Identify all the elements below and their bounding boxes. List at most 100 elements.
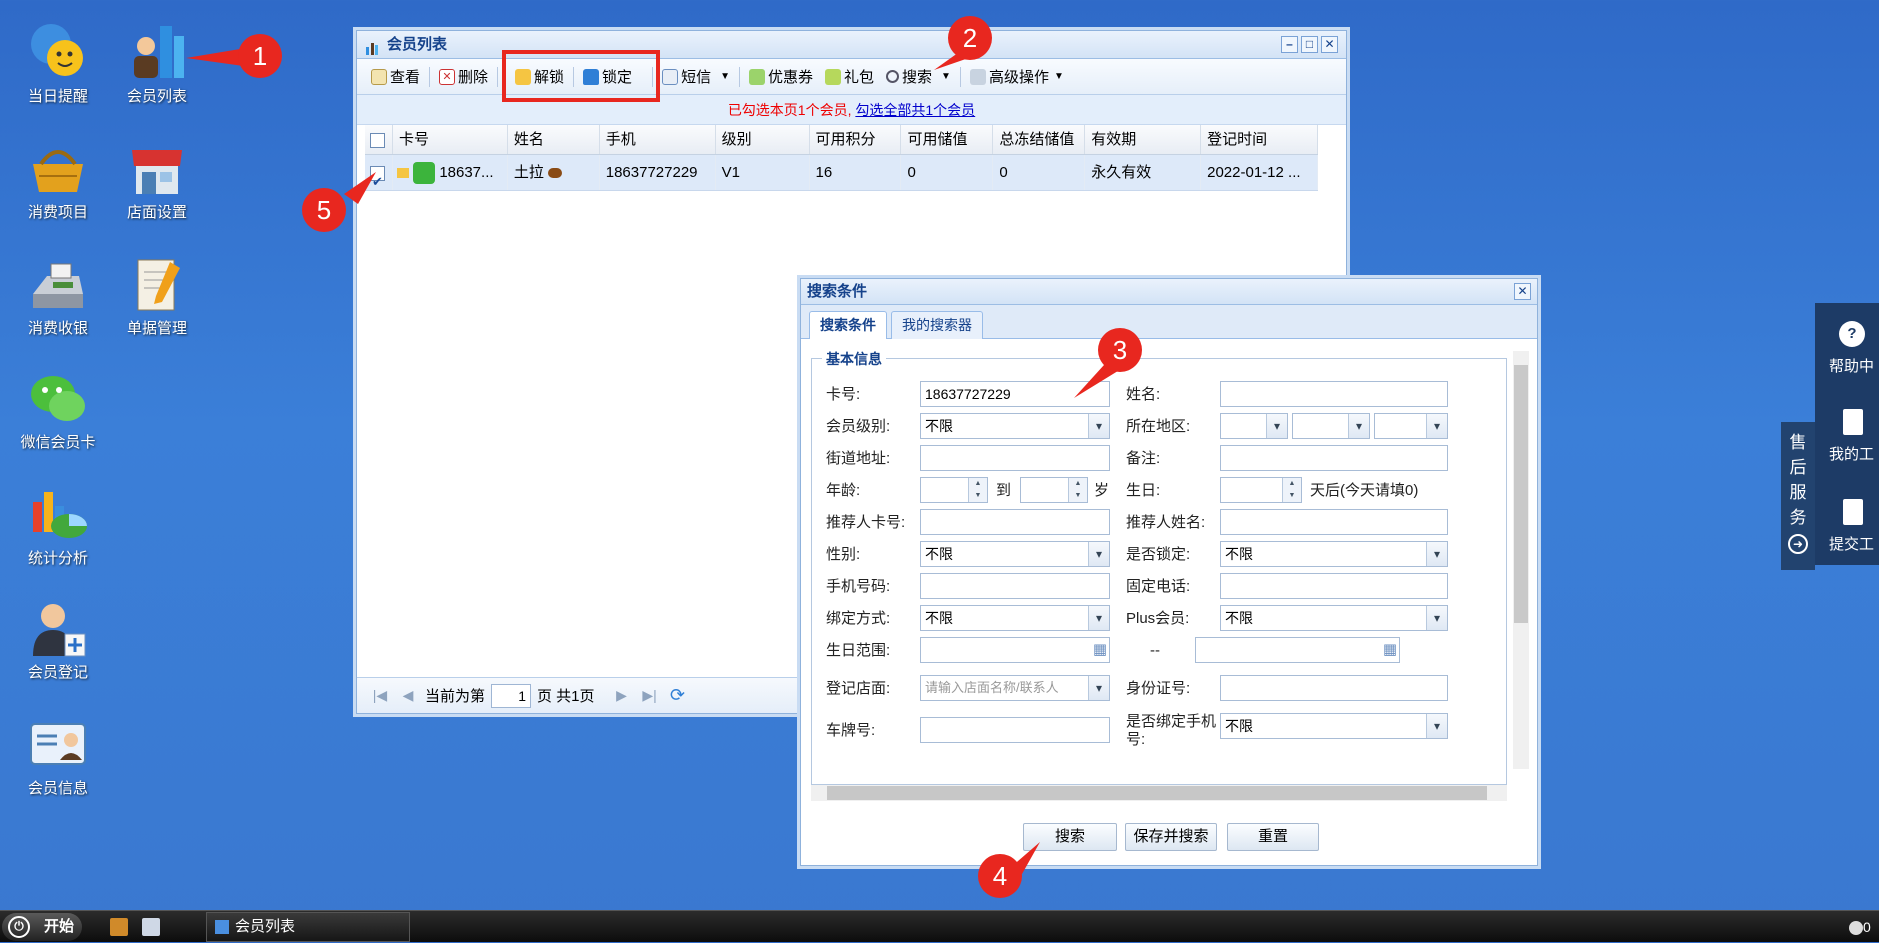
refresh-icon[interactable]: ⟳ [667,685,689,706]
column-header[interactable]: 卡号 [393,125,508,154]
taskbar: ⏻ 开始 会员列表 0 [0,910,1879,942]
column-header[interactable]: 姓名 [508,125,600,154]
column-header[interactable]: 登记时间 [1201,125,1318,154]
bind-phone-select[interactable]: 不限 [1220,713,1448,739]
desktop-icon-documents[interactable]: 单据管理 [107,254,207,338]
arrow-right-circle-icon: ➜ [1788,534,1808,554]
callout-3: 3 [1098,328,1142,372]
desktop-icon-cashier[interactable]: 消费收银 [8,254,108,338]
cell-level: V1 [716,155,810,190]
minimize-button[interactable]: – [1281,36,1298,53]
column-header[interactable]: 级别 [716,125,810,154]
level-select[interactable]: 不限 [920,413,1110,439]
form-row: 生日范围: -- [812,637,1506,665]
view-button[interactable]: 查看 [365,64,426,90]
id-number-input[interactable] [1220,675,1448,701]
age-from-input[interactable] [920,477,988,503]
birthday-start-input[interactable] [920,637,1110,663]
province-select[interactable] [1220,413,1288,439]
column-header[interactable]: 可用储值 [901,125,994,154]
delete-button[interactable]: ✕ 删除 [433,64,494,90]
help-center-item[interactable]: ? 帮助中 [1825,321,1879,376]
scroll-thumb[interactable] [827,786,1487,800]
horizontal-scrollbar[interactable] [811,785,1507,801]
referrer-card-input[interactable] [920,509,1110,535]
desktop-icon-label: 店面设置 [126,204,187,221]
desktop-icon-label: 单据管理 [126,320,187,337]
desktop-icon-consume-items[interactable]: 消费项目 [8,138,108,222]
mobile-input[interactable] [920,573,1110,599]
gift-button[interactable]: 礼包 [819,64,880,90]
desktop-icon-member-register[interactable]: 会员登记 [8,598,108,682]
next-page-icon[interactable]: ▶ [611,687,633,704]
scroll-thumb[interactable] [1514,365,1528,623]
submit-ticket-item[interactable]: 提交工 [1825,499,1879,554]
column-header[interactable]: 可用积分 [810,125,902,154]
prev-page-icon[interactable]: ◀ [397,687,419,704]
plus-member-select[interactable]: 不限 [1220,605,1448,631]
tab-search-conditions[interactable]: 搜索条件 [809,311,887,339]
stats-pie-icon [27,484,89,546]
vertical-scrollbar[interactable] [1513,351,1529,769]
select-all-checkbox-cell[interactable] [365,125,393,154]
name-input[interactable] [1220,381,1448,407]
store-select[interactable]: 请输入店面名称/联系人 [920,675,1110,701]
gender-select[interactable]: 不限 [920,541,1110,567]
desktop-icon-wechat-card[interactable]: 微信会员卡 [8,368,108,452]
desktop-icon-store-settings[interactable]: 店面设置 [107,138,207,222]
tab-my-searchers[interactable]: 我的搜索器 [891,311,983,339]
birthday-end-input[interactable] [1195,637,1400,663]
quicklaunch-home-icon[interactable] [110,918,128,936]
sms-button[interactable]: 短信 ▼ [656,64,736,90]
after-sales-tab[interactable]: 售后服务 ➜ [1781,422,1815,570]
quicklaunch-window-icon[interactable] [142,918,160,936]
gift-icon [825,68,841,85]
birthday-days-input[interactable] [1220,477,1302,503]
desktop-icon-label: 会员登记 [27,664,88,681]
table-row[interactable]: 18637... 土拉 18637727229 V1 16 0 0 永久有效 2… [365,155,1318,191]
taskbar-item-member-list[interactable]: 会员列表 [206,912,410,942]
column-header[interactable]: 总冻结储值 [993,125,1086,154]
desktop-icon-reminder[interactable]: 当日提醒 [8,22,108,106]
street-input[interactable] [920,445,1110,471]
window-app-icon [365,37,379,55]
desktop-icon-statistics[interactable]: 统计分析 [8,484,108,568]
plate-number-input[interactable] [920,717,1110,743]
bind-method-select[interactable]: 不限 [920,605,1110,631]
pager-prefix: 当前为第 [425,688,486,705]
desktop-icon-member-info[interactable]: 会员信息 [8,714,108,798]
cell-name: 土拉 [508,155,600,190]
close-button[interactable]: ✕ [1321,36,1338,53]
remark-input[interactable] [1220,445,1448,471]
start-button[interactable]: ⏻ 开始 [2,913,82,941]
search-icon [886,70,900,83]
dialog-titlebar[interactable]: 搜索条件 ✕ [801,279,1537,305]
coupon-button[interactable]: 优惠券 [743,64,819,90]
save-and-search-button[interactable]: 保存并搜索 [1125,823,1217,851]
my-tickets-item[interactable]: 我的工 [1825,409,1879,464]
dialog-close-button[interactable]: ✕ [1514,283,1531,300]
first-page-icon[interactable]: |◀ [369,687,391,704]
column-header[interactable]: 手机 [600,125,716,154]
maximize-button[interactable]: □ [1301,36,1318,53]
form-row: 推荐人卡号: 推荐人姓名: [812,509,1506,537]
column-header[interactable]: 有效期 [1085,125,1202,154]
envelope-icon [662,68,679,85]
locked-select[interactable]: 不限 [1220,541,1448,567]
edit-icon [371,68,387,85]
select-all-link[interactable]: 勾选全部共1个会员 [855,102,975,118]
age-to-input[interactable] [1020,477,1088,503]
select-all-checkbox[interactable] [370,132,385,148]
desktop-icon-label: 微信会员卡 [20,434,96,451]
clock-icon [1849,921,1863,936]
referrer-name-input[interactable] [1220,509,1448,535]
page-number-input[interactable]: 1 [491,683,532,708]
desktop-icon-label: 当日提醒 [27,88,88,105]
telephone-input[interactable] [1220,573,1448,599]
district-select[interactable] [1374,413,1448,439]
city-select[interactable] [1292,413,1370,439]
form-row: 性别: 不限 是否锁定: 不限 [812,541,1506,569]
last-page-icon[interactable]: ▶| [639,687,661,704]
tray-clock[interactable]: 0 [1849,911,1879,943]
reset-button[interactable]: 重置 [1227,823,1319,851]
